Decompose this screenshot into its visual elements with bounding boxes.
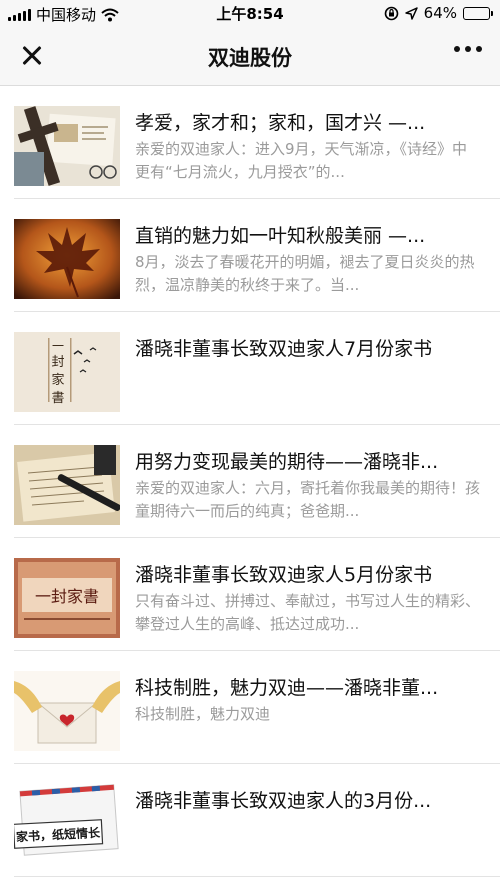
article-summary: 科技制胜，魅力双迪 <box>135 705 271 723</box>
article-title: 科技制胜，魅力双迪——潘晓非董... <box>135 677 439 699</box>
article-title: 潘晓非董事长致双迪家人的3月份... <box>135 790 432 812</box>
svg-text:一封家書: 一封家書 <box>35 587 99 606</box>
article-item[interactable]: 科技制胜，魅力双迪——潘晓非董... 科技制胜，魅力双迪 <box>14 651 500 764</box>
cross-and-paper-thumbnail-image <box>14 106 120 186</box>
battery-percent: 64% <box>423 4 457 22</box>
battery-icon <box>463 6 493 20</box>
article-thumbnail <box>14 106 120 186</box>
article-summary: 亲爱的双迪家人：六月，寄托着你我最美的期待！孩童期待六一而后的纯真；爸爸期... <box>135 479 480 520</box>
status-bar: 中国移动 上午8:54 64% <box>0 0 500 26</box>
article-summary: 8月，淡去了春暖花开的明媚，褪去了夏日炎炎的热烈，温凉静美的秋终于来了。当... <box>135 253 475 294</box>
pen-and-letter-thumbnail-image <box>14 445 120 525</box>
article-summary <box>135 364 480 410</box>
page-title: 双迪股份 <box>208 46 292 70</box>
article-title: 潘晓非董事长致双迪家人5月份家书 <box>135 564 433 586</box>
article-item[interactable]: 一 封 家 書 潘晓非董事长致双迪家人7月份家书 <box>14 312 500 425</box>
dot-icon <box>465 46 471 52</box>
maple-leaf-thumbnail-image <box>14 219 120 299</box>
article-summary <box>135 816 480 862</box>
article-title: 潘晓非董事长致双迪家人7月份家书 <box>135 338 433 360</box>
article-title: 直销的魅力如一叶知秋般美丽 —... <box>135 225 426 247</box>
article-item[interactable]: 孝爱，家才和；家和，国才兴 —... 亲爱的双迪家人：进入9月，天气渐凉，《诗经… <box>14 86 500 199</box>
airmail-envelope-thumbnail-image: 家书，纸短情长 <box>14 784 120 864</box>
rotation-lock-icon <box>384 6 398 20</box>
article-thumbnail <box>14 445 120 525</box>
svg-text:一: 一 <box>52 339 64 353</box>
article-thumbnail: 一 封 家 書 <box>14 332 120 412</box>
article-thumbnail: 一封家書 <box>14 558 120 638</box>
article-thumbnail <box>14 671 120 751</box>
nav-bar: 双迪股份 <box>0 26 500 86</box>
more-options-button[interactable] <box>454 46 482 52</box>
svg-text:家: 家 <box>51 372 64 388</box>
article-summary: 亲爱的双迪家人：进入9月，天气渐凉，《诗经》中更有“七月流火，九月授衣”的... <box>135 140 468 181</box>
article-thumbnail: 家书，纸短情长 <box>14 784 120 864</box>
article-thumbnail <box>14 219 120 299</box>
article-item[interactable]: 家书，纸短情长 潘晓非董事长致双迪家人的3月份... <box>14 764 500 877</box>
article-item[interactable]: 直销的魅力如一叶知秋般美丽 —... 8月，淡去了春暖花开的明媚，褪去了夏日炎炎… <box>14 199 500 312</box>
article-title: 用努力变现最美的期待——潘晓非... <box>135 451 439 473</box>
article-item[interactable]: 一封家書 潘晓非董事长致双迪家人5月份家书 只有奋斗过、拼搏过、奉献过，书写过人… <box>14 538 500 651</box>
status-bar-right: 64% <box>384 4 493 22</box>
article-item[interactable]: 用努力变现最美的期待——潘晓非... 亲爱的双迪家人：六月，寄托着你我最美的期待… <box>14 425 500 538</box>
dot-icon <box>476 46 482 52</box>
article-summary: 只有奋斗过、拼搏过、奉献过，书写过人生的精彩、攀登过人生的高峰、抵达过成功... <box>135 592 480 633</box>
location-arrow-icon <box>404 6 418 20</box>
svg-text:封: 封 <box>51 355 64 370</box>
svg-text:書: 書 <box>51 391 64 406</box>
family-letter-thumbnail-image: 一 封 家 書 <box>14 332 120 412</box>
article-title: 孝爱，家才和；家和，国才兴 —... <box>135 112 426 134</box>
article-list: 孝爱，家才和；家和，国才兴 —... 亲爱的双迪家人：进入9月，天气渐凉，《诗经… <box>0 86 500 877</box>
dot-icon <box>454 46 460 52</box>
family-letter-banner-thumbnail-image: 一封家書 <box>14 558 120 638</box>
envelope-heart-thumbnail-image <box>14 671 120 751</box>
